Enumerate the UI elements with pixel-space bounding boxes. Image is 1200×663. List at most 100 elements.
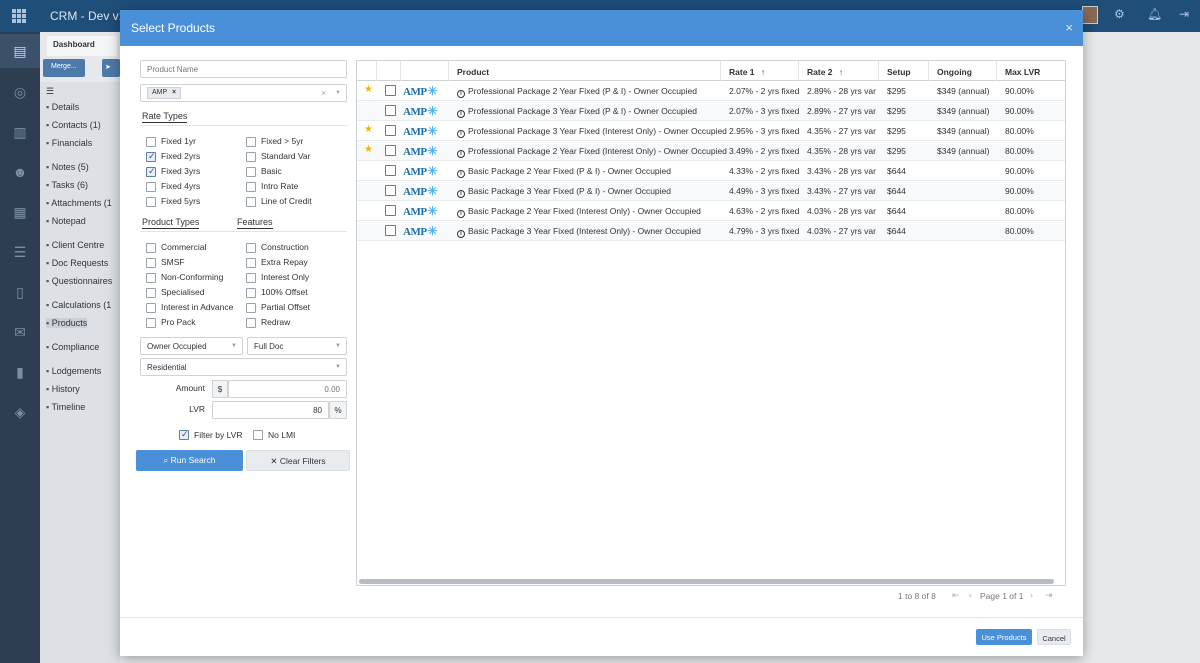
checklist-icon[interactable]: ☰ xyxy=(10,242,30,262)
product-cell[interactable]: i Professional Package 3 Year Fixed (Inte… xyxy=(457,121,727,141)
tab-dashboard[interactable]: Dashboard xyxy=(47,36,117,56)
filter-checkbox[interactable] xyxy=(146,197,156,207)
table-row[interactable]: ★ AMP✳ i Professional Package 2 Year Fixed … xyxy=(357,141,1065,161)
filter-checkbox[interactable] xyxy=(146,243,156,253)
contact-card-icon[interactable]: ▤ xyxy=(0,34,40,68)
info-icon[interactable]: i xyxy=(457,190,465,198)
table-row[interactable]: AMP✳ i Basic Package 2 Year Fixed (P & I) … xyxy=(357,161,1065,181)
lvr-input[interactable]: 80 xyxy=(212,401,329,419)
shield-icon[interactable]: ◈ xyxy=(10,402,30,422)
first-page-icon[interactable]: ⇤ xyxy=(952,590,960,601)
bar-chart-icon[interactable]: ▮ xyxy=(10,362,30,382)
nav-item[interactable]: ▪ Questionnaires xyxy=(46,276,112,286)
filter-checkbox[interactable] xyxy=(146,318,156,328)
doc-type-select[interactable]: Full Doc ▼ xyxy=(247,337,347,355)
nav-item[interactable]: ▪ Lodgements xyxy=(46,366,101,376)
product-cell[interactable]: i Basic Package 3 Year Fixed (Interest On… xyxy=(457,221,701,241)
amount-input[interactable] xyxy=(228,380,347,398)
row-select-checkbox[interactable] xyxy=(385,225,396,236)
column-header-max-lvr[interactable]: Max LVR xyxy=(997,61,1065,81)
previous-page-icon[interactable]: ‹ xyxy=(969,590,972,600)
row-select-checkbox[interactable] xyxy=(385,105,396,116)
product-cell[interactable]: i Basic Package 2 Year Fixed (P & I) - Ow… xyxy=(457,161,671,181)
filter-checkbox[interactable] xyxy=(246,167,256,177)
info-icon[interactable]: i xyxy=(457,170,465,178)
product-cell[interactable]: i Professional Package 2 Year Fixed (P & … xyxy=(457,81,697,101)
columns-icon[interactable]: ▥ xyxy=(10,122,30,142)
nav-item[interactable]: ▪ Tasks (6) xyxy=(46,180,88,190)
filter-checkbox[interactable] xyxy=(246,303,256,313)
target-icon[interactable]: ◎ xyxy=(10,82,30,102)
last-page-icon[interactable]: ⇥ xyxy=(1045,590,1053,601)
info-icon[interactable]: i xyxy=(457,230,465,238)
logout-icon[interactable]: ⇥ xyxy=(1179,7,1189,25)
chevron-down-icon[interactable]: ▼ xyxy=(335,90,341,96)
column-header-setup[interactable]: Setup xyxy=(879,61,929,81)
row-select-checkbox[interactable] xyxy=(385,165,396,176)
filter-checkbox[interactable] xyxy=(246,318,256,328)
product-cell[interactable]: i Basic Package 3 Year Fixed (P & I) - Ow… xyxy=(457,181,671,201)
star-icon[interactable]: ★ xyxy=(364,85,374,95)
filter-checkbox[interactable] xyxy=(246,288,256,298)
nav-item[interactable]: ▪ Contacts (1) xyxy=(46,120,101,130)
filter-checkbox[interactable] xyxy=(246,137,256,147)
merge-button[interactable]: Merge... xyxy=(43,59,85,77)
building-icon[interactable]: ▦ xyxy=(10,202,30,222)
nav-item[interactable]: ▪ Notes (5) xyxy=(46,162,89,172)
info-icon[interactable]: i xyxy=(457,130,465,138)
table-row[interactable]: ★ AMP✳ i Professional Package 3 Year Fixed … xyxy=(357,121,1065,141)
nav-item[interactable]: ▪ Products xyxy=(46,318,88,328)
security-type-select[interactable]: Residential ▼ xyxy=(140,358,347,376)
row-select-checkbox[interactable] xyxy=(385,85,396,96)
send-button[interactable]: ➤ xyxy=(102,59,120,77)
nav-item[interactable]: ▪ Calculations (1 xyxy=(46,300,111,310)
info-icon[interactable]: i xyxy=(457,110,465,118)
column-header-rate1[interactable]: Rate 1 ↑ xyxy=(721,61,799,81)
nav-item[interactable]: ▪ History xyxy=(46,384,80,394)
nav-item[interactable]: ▪ Doc Requests xyxy=(46,258,108,268)
avatar[interactable] xyxy=(1082,6,1098,24)
close-icon[interactable]: × xyxy=(1065,20,1073,35)
no-lmi-checkbox[interactable] xyxy=(253,430,263,440)
mail-icon[interactable]: ✉ xyxy=(10,322,30,342)
product-cell[interactable]: i Basic Package 2 Year Fixed (Interest On… xyxy=(457,201,701,221)
clear-filters-button[interactable]: ✕ Clear Filters xyxy=(246,450,350,471)
table-row[interactable]: AMP✳ i Basic Package 2 Year Fixed (Interes… xyxy=(357,201,1065,221)
filter-checkbox[interactable] xyxy=(146,273,156,283)
filter-checkbox[interactable] xyxy=(146,288,156,298)
apps-grid-icon[interactable] xyxy=(12,9,26,23)
filter-checkbox[interactable] xyxy=(146,182,156,192)
lender-tag-remove-icon[interactable]: × xyxy=(172,89,176,96)
people-icon[interactable]: ☻ xyxy=(10,162,30,182)
column-header-ongoing[interactable]: Ongoing xyxy=(929,61,997,81)
filter-checkbox[interactable] xyxy=(246,152,256,162)
product-name-input[interactable] xyxy=(140,60,347,78)
next-page-icon[interactable]: › xyxy=(1030,590,1033,600)
filter-checkbox[interactable] xyxy=(146,303,156,313)
info-icon[interactable]: i xyxy=(457,210,465,218)
star-icon[interactable]: ★ xyxy=(364,125,374,135)
table-row[interactable]: ★ AMP✳ i Professional Package 2 Year Fixed … xyxy=(357,81,1065,101)
nav-item[interactable]: ▪ Attachments (1 xyxy=(46,198,112,208)
nav-item[interactable]: ▪ Timeline xyxy=(46,402,85,412)
horizontal-scrollbar[interactable] xyxy=(359,579,1054,584)
product-cell[interactable]: i Professional Package 2 Year Fixed (Inte… xyxy=(457,141,727,161)
row-select-checkbox[interactable] xyxy=(385,125,396,136)
table-row[interactable]: AMP✳ i Basic Package 3 Year Fixed (Interes… xyxy=(357,221,1065,241)
product-cell[interactable]: i Professional Package 3 Year Fixed (P & … xyxy=(457,101,697,121)
filter-checkbox[interactable] xyxy=(246,197,256,207)
info-icon[interactable]: i xyxy=(457,150,465,158)
filter-checkbox[interactable] xyxy=(246,258,256,268)
menu-icon[interactable]: ☰ xyxy=(46,86,54,97)
use-products-button[interactable]: Use Products xyxy=(976,629,1032,645)
filter-checkbox[interactable] xyxy=(246,243,256,253)
column-header-rate2[interactable]: Rate 2 ↑ xyxy=(799,61,879,81)
filter-checkbox[interactable] xyxy=(146,258,156,268)
column-header-product[interactable]: Product xyxy=(449,61,721,81)
cancel-button[interactable]: Cancel xyxy=(1037,629,1071,645)
filter-checkbox[interactable] xyxy=(146,137,156,147)
nav-item[interactable]: ▪ Compliance xyxy=(46,342,99,352)
filter-by-lvr-checkbox[interactable] xyxy=(179,429,189,440)
gear-icon[interactable]: ⚙ xyxy=(1114,7,1125,25)
nav-item[interactable]: ▪ Notepad xyxy=(46,216,86,226)
